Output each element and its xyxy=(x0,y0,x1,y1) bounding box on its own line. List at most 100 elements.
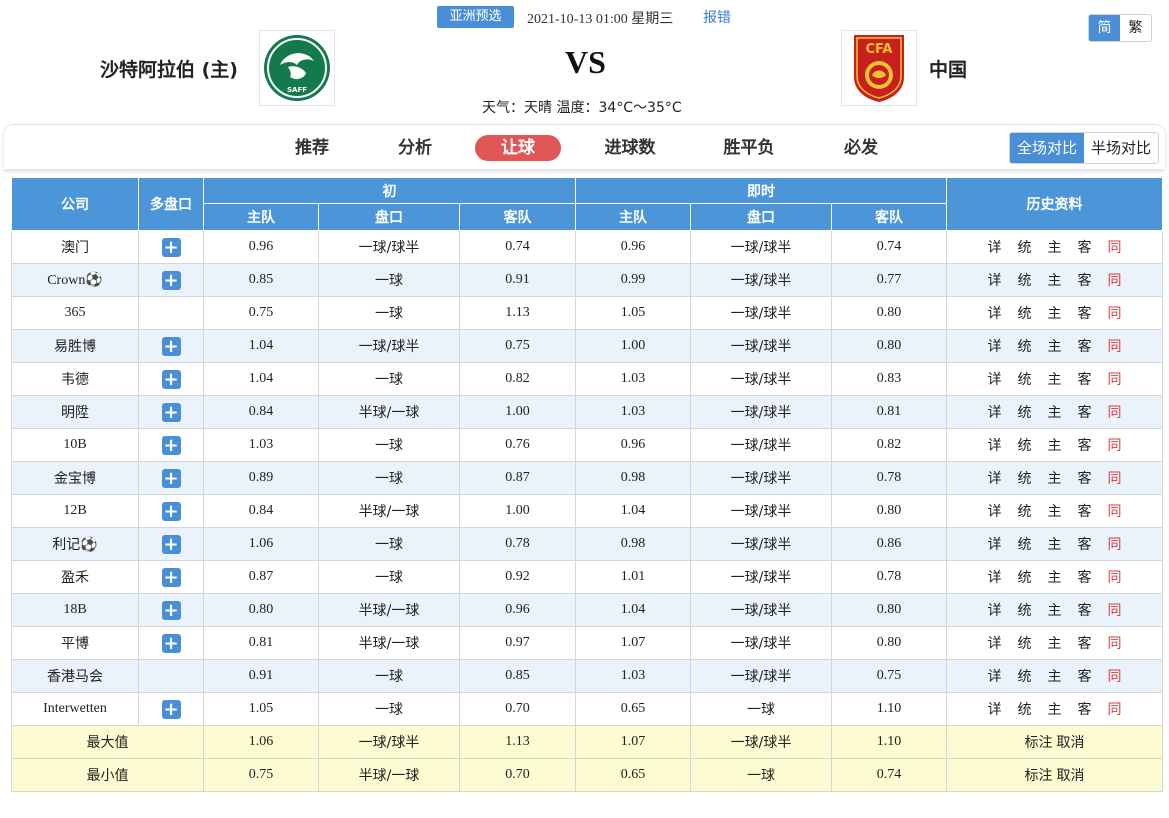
live-home-odds[interactable]: 1.01 xyxy=(575,560,691,594)
history-same-link[interactable]: 同 xyxy=(1108,468,1122,488)
history-home-link[interactable]: 主 xyxy=(1048,501,1062,521)
live-away-odds[interactable]: 0.77 xyxy=(830,263,948,297)
history-stats-link[interactable]: 统 xyxy=(1018,501,1032,521)
history-away-link[interactable]: 客 xyxy=(1078,600,1092,620)
history-home-link[interactable]: 主 xyxy=(1048,666,1062,686)
live-home-odds[interactable]: 1.03 xyxy=(575,395,691,429)
history-home-link[interactable]: 主 xyxy=(1048,534,1062,554)
tab-1x2[interactable]: 胜平负 xyxy=(715,135,783,161)
live-handicap-line[interactable]: 一球 xyxy=(690,692,832,726)
history-stats-link[interactable]: 统 xyxy=(1018,699,1032,719)
history-detail-link[interactable]: 详 xyxy=(988,633,1002,653)
live-away-odds[interactable]: 0.80 xyxy=(830,626,948,660)
company-name[interactable]: 金宝博 xyxy=(11,461,139,495)
live-away-odds[interactable]: 0.78 xyxy=(830,560,948,594)
company-name[interactable]: 365 xyxy=(11,296,139,330)
history-same-link[interactable]: 同 xyxy=(1108,237,1122,257)
history-detail-link[interactable]: 详 xyxy=(988,369,1002,389)
cancel-mark-button[interactable]: 取消 xyxy=(1057,768,1085,784)
history-home-link[interactable]: 主 xyxy=(1048,600,1062,620)
history-stats-link[interactable]: 统 xyxy=(1018,468,1032,488)
expand-plus-icon[interactable]: + xyxy=(161,237,181,257)
history-home-link[interactable]: 主 xyxy=(1048,336,1062,356)
lang-simplified-button[interactable]: 简 xyxy=(1089,15,1120,41)
history-stats-link[interactable]: 统 xyxy=(1018,567,1032,587)
expand-plus-icon[interactable]: + xyxy=(161,468,181,488)
live-away-odds[interactable]: 0.81 xyxy=(830,395,948,429)
live-home-odds[interactable]: 0.98 xyxy=(575,527,691,561)
tab-betfair[interactable]: 必发 xyxy=(835,135,887,161)
history-home-link[interactable]: 主 xyxy=(1048,468,1062,488)
live-handicap-line[interactable]: 一球/球半 xyxy=(690,263,832,297)
live-away-odds[interactable]: 1.10 xyxy=(830,692,948,726)
history-away-link[interactable]: 客 xyxy=(1078,699,1092,719)
history-home-link[interactable]: 主 xyxy=(1048,567,1062,587)
history-stats-link[interactable]: 统 xyxy=(1018,270,1032,290)
expand-plus-icon[interactable]: + xyxy=(161,336,181,356)
cancel-mark-button[interactable]: 取消 xyxy=(1057,735,1085,751)
company-name[interactable]: 18B xyxy=(11,593,139,627)
tab-goals[interactable]: 进球数 xyxy=(596,135,664,161)
history-same-link[interactable]: 同 xyxy=(1108,435,1122,455)
history-stats-link[interactable]: 统 xyxy=(1018,666,1032,686)
company-name[interactable]: 12B xyxy=(11,494,139,528)
history-same-link[interactable]: 同 xyxy=(1108,567,1122,587)
live-home-odds[interactable]: 0.65 xyxy=(575,692,691,726)
history-detail-link[interactable]: 详 xyxy=(988,666,1002,686)
history-stats-link[interactable]: 统 xyxy=(1018,600,1032,620)
history-away-link[interactable]: 客 xyxy=(1078,567,1092,587)
live-home-odds[interactable]: 1.05 xyxy=(575,296,691,330)
history-stats-link[interactable]: 统 xyxy=(1018,633,1032,653)
history-home-link[interactable]: 主 xyxy=(1048,303,1062,323)
live-away-odds[interactable]: 0.80 xyxy=(830,296,948,330)
company-name[interactable]: Crown⚽ xyxy=(11,263,139,297)
company-name[interactable]: 韦德 xyxy=(11,362,139,396)
company-name[interactable]: 明陞 xyxy=(11,395,139,429)
live-handicap-line[interactable]: 一球/球半 xyxy=(690,296,832,330)
history-same-link[interactable]: 同 xyxy=(1108,666,1122,686)
half-match-compare-button[interactable]: 半场对比 xyxy=(1084,133,1159,163)
live-handicap-line[interactable]: 一球/球半 xyxy=(690,362,832,396)
live-home-odds[interactable]: 0.96 xyxy=(575,230,691,264)
history-away-link[interactable]: 客 xyxy=(1078,435,1092,455)
history-detail-link[interactable]: 详 xyxy=(988,534,1002,554)
company-name[interactable]: 平博 xyxy=(11,626,139,660)
company-name[interactable]: 香港马会 xyxy=(11,659,139,693)
history-home-link[interactable]: 主 xyxy=(1048,369,1062,389)
lang-traditional-button[interactable]: 繁 xyxy=(1120,15,1151,41)
live-home-odds[interactable]: 1.07 xyxy=(575,626,691,660)
report-error-link[interactable]: 报错 xyxy=(703,7,731,27)
live-away-odds[interactable]: 0.80 xyxy=(830,329,948,363)
history-same-link[interactable]: 同 xyxy=(1108,600,1122,620)
live-handicap-line[interactable]: 一球/球半 xyxy=(690,461,832,495)
history-same-link[interactable]: 同 xyxy=(1108,534,1122,554)
history-detail-link[interactable]: 详 xyxy=(988,435,1002,455)
history-home-link[interactable]: 主 xyxy=(1048,633,1062,653)
expand-plus-icon[interactable]: + xyxy=(161,369,181,389)
history-away-link[interactable]: 客 xyxy=(1078,303,1092,323)
live-home-odds[interactable]: 1.04 xyxy=(575,494,691,528)
history-detail-link[interactable]: 详 xyxy=(988,336,1002,356)
live-handicap-line[interactable]: 一球/球半 xyxy=(690,428,832,462)
history-home-link[interactable]: 主 xyxy=(1048,435,1062,455)
tab-analysis[interactable]: 分析 xyxy=(389,135,441,161)
live-away-odds[interactable]: 0.78 xyxy=(830,461,948,495)
history-home-link[interactable]: 主 xyxy=(1048,270,1062,290)
live-handicap-line[interactable]: 一球/球半 xyxy=(690,395,832,429)
live-handicap-line[interactable]: 一球/球半 xyxy=(690,230,832,264)
history-away-link[interactable]: 客 xyxy=(1078,501,1092,521)
live-home-odds[interactable]: 0.99 xyxy=(575,263,691,297)
history-away-link[interactable]: 客 xyxy=(1078,369,1092,389)
history-same-link[interactable]: 同 xyxy=(1108,303,1122,323)
history-away-link[interactable]: 客 xyxy=(1078,534,1092,554)
history-stats-link[interactable]: 统 xyxy=(1018,534,1032,554)
history-stats-link[interactable]: 统 xyxy=(1018,369,1032,389)
mark-button[interactable]: 标注 xyxy=(1025,768,1053,784)
expand-plus-icon[interactable]: + xyxy=(161,567,181,587)
live-away-odds[interactable]: 0.74 xyxy=(830,230,948,264)
history-detail-link[interactable]: 详 xyxy=(988,402,1002,422)
history-detail-link[interactable]: 详 xyxy=(988,468,1002,488)
history-detail-link[interactable]: 详 xyxy=(988,501,1002,521)
live-handicap-line[interactable]: 一球/球半 xyxy=(690,329,832,363)
history-stats-link[interactable]: 统 xyxy=(1018,303,1032,323)
